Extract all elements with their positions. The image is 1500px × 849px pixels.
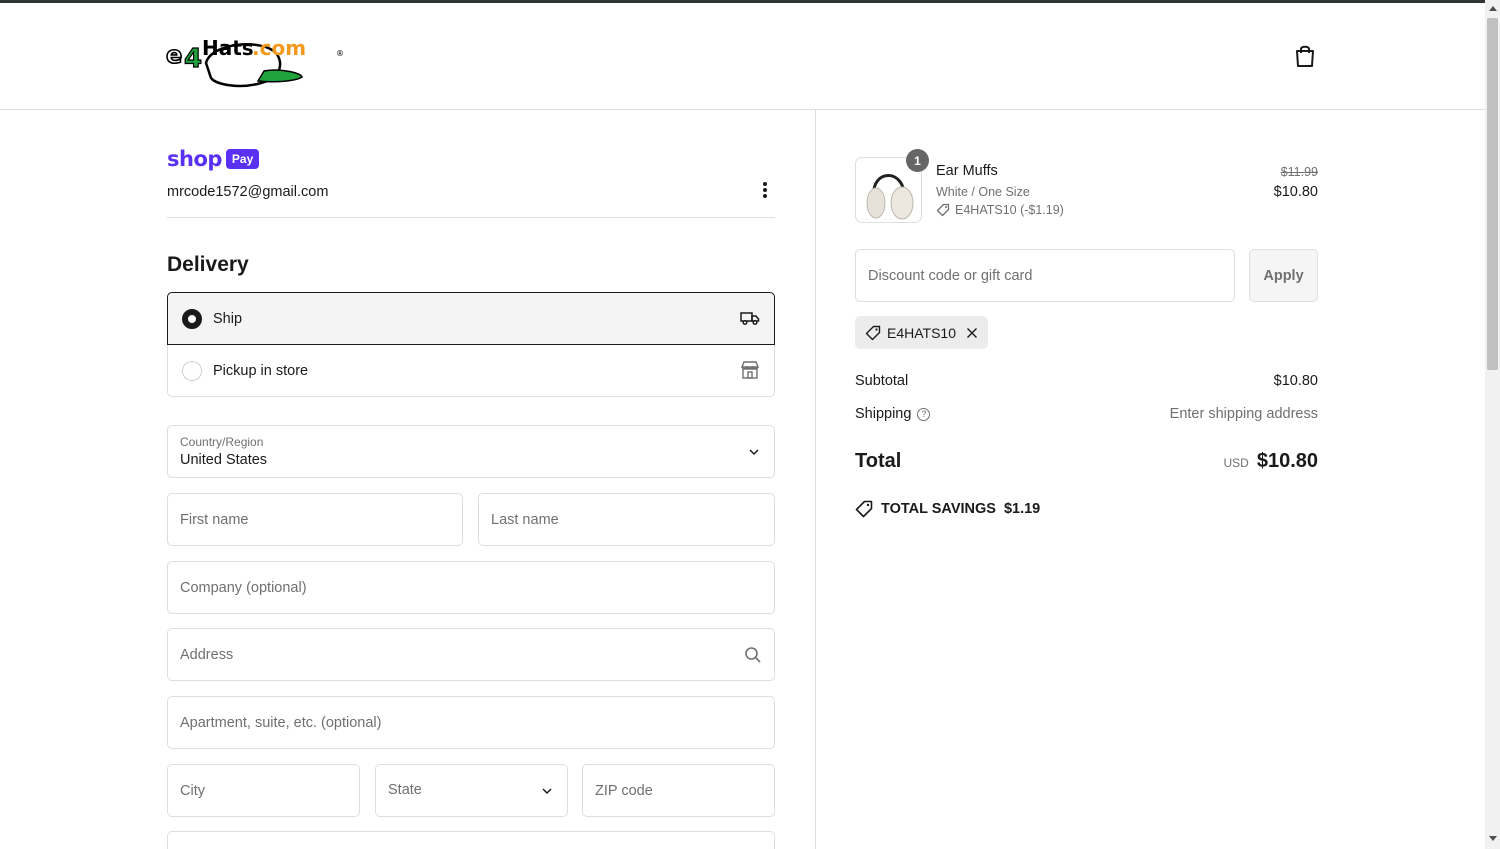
state-placeholder: State — [388, 782, 422, 798]
total-value: $10.80 — [1256, 450, 1318, 472]
store-icon — [740, 361, 760, 379]
city-field[interactable]: City — [167, 764, 360, 817]
store-logo[interactable]: e 4 Hats .com ® — [165, 23, 346, 93]
truck-icon — [740, 312, 760, 326]
savings-label: TOTAL SAVINGS — [881, 501, 996, 517]
close-icon[interactable] — [966, 327, 978, 339]
help-icon[interactable]: ? — [917, 407, 931, 421]
delivery-option-pickup[interactable]: Pickup in store — [167, 345, 775, 397]
shop-pay-badge: Pay — [225, 149, 260, 169]
discount-code-input[interactable]: Discount code or gift card — [855, 249, 1235, 302]
scrollbar-thumb[interactable] — [1487, 18, 1498, 370]
shop-pay-logo: shop Pay — [167, 146, 260, 172]
svg-text:.com: .com — [252, 36, 306, 60]
product-variant: White / One Size — [936, 185, 1030, 199]
applied-discount-chip: E4HATS10 — [855, 316, 988, 349]
scroll-down-arrow-icon[interactable] — [1489, 836, 1497, 841]
scroll-up-arrow-icon[interactable] — [1489, 6, 1497, 11]
quantity-badge: 1 — [906, 149, 929, 172]
shop-pay-brand: shop — [167, 147, 222, 171]
more-options-icon[interactable] — [756, 180, 774, 200]
delivery-heading: Delivery — [167, 253, 249, 276]
apartment-field[interactable]: Apartment, suite, etc. (optional) — [167, 696, 775, 749]
first-name-field[interactable]: First name — [167, 493, 463, 546]
chevron-down-icon — [542, 788, 552, 795]
company-placeholder: Company (optional) — [180, 580, 307, 596]
svg-text:e: e — [166, 41, 182, 69]
subtotal-value: $10.80 — [1273, 373, 1318, 389]
first-name-placeholder: First name — [180, 512, 249, 528]
pickup-label: Pickup in store — [213, 362, 309, 379]
shipping-value: Enter shipping address — [1169, 406, 1318, 422]
phone-field[interactable] — [167, 831, 775, 849]
city-placeholder: City — [180, 783, 205, 799]
pickup-radio[interactable] — [182, 360, 202, 381]
subtotal-row: Subtotal $10.80 — [855, 373, 1318, 389]
product-price: $10.80 — [1273, 184, 1318, 200]
total-row: Total USD $10.80 — [855, 450, 1318, 473]
subtotal-label: Subtotal — [855, 373, 909, 389]
zip-field[interactable]: ZIP code — [582, 764, 775, 817]
ship-radio[interactable] — [182, 308, 202, 329]
delivery-option-ship[interactable]: Ship — [167, 292, 775, 345]
apartment-placeholder: Apartment, suite, etc. (optional) — [180, 715, 382, 731]
account-email: mrcode1572@gmail.com — [167, 184, 329, 200]
header: e 4 Hats .com ® — [0, 3, 1485, 110]
product-discount: E4HATS10 (-$1.19) — [936, 203, 1064, 217]
product-name: Ear Muffs — [936, 163, 998, 179]
last-name-field[interactable]: Last name — [478, 493, 775, 546]
tag-icon — [865, 325, 881, 340]
zip-placeholder: ZIP code — [595, 783, 653, 799]
divider — [167, 217, 775, 218]
address-field[interactable]: Address — [167, 628, 775, 681]
country-select[interactable]: Country/Region United States — [167, 425, 775, 478]
tag-icon — [936, 203, 950, 217]
original-price: $11.99 — [1280, 165, 1318, 179]
state-select[interactable]: State — [375, 764, 568, 817]
shipping-row: Shipping? Enter shipping address — [855, 406, 1318, 422]
savings-value: $1.19 — [1003, 501, 1041, 517]
search-icon — [745, 647, 761, 663]
svg-text:®: ® — [336, 49, 344, 58]
shipping-label: Shipping — [855, 406, 912, 422]
ship-label: Ship — [213, 310, 243, 327]
apply-button[interactable]: Apply — [1249, 249, 1318, 302]
shopping-bag-icon[interactable] — [1293, 43, 1317, 69]
svg-text:Hats: Hats — [202, 36, 254, 60]
discount-placeholder: Discount code or gift card — [868, 268, 1033, 284]
applied-code-text: E4HATS10 — [887, 324, 956, 341]
last-name-placeholder: Last name — [491, 512, 559, 528]
total-savings: TOTAL SAVINGS $1.19 — [855, 500, 1040, 518]
chevron-down-icon — [749, 449, 759, 456]
e4hats-logo-icon: e 4 Hats .com ® — [165, 36, 344, 88]
total-label: Total — [855, 450, 902, 472]
country-label: Country/Region — [180, 435, 264, 449]
country-value: United States — [180, 452, 268, 468]
company-field[interactable]: Company (optional) — [167, 561, 775, 614]
currency-code: USD — [1223, 456, 1249, 470]
svg-text:4: 4 — [184, 44, 202, 74]
tag-icon — [855, 500, 873, 518]
address-placeholder: Address — [180, 647, 234, 663]
product-discount-text: E4HATS10 (-$1.19) — [955, 203, 1064, 217]
